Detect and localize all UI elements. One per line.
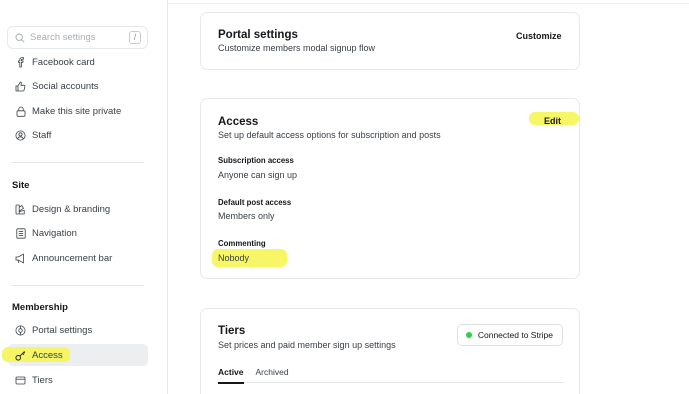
- sidebar-item-label: Make this site private: [32, 105, 122, 117]
- settings-sidebar: Search settings / Facebook card Social a…: [0, 0, 168, 394]
- search-input[interactable]: Search settings: [30, 32, 129, 43]
- top-border: [168, 0, 689, 4]
- search-settings-field[interactable]: Search settings /: [7, 26, 148, 49]
- tiers-icon: [15, 375, 26, 386]
- tiers-title: Tiers: [218, 325, 246, 337]
- sidebar-item-design-branding[interactable]: Design & branding: [8, 198, 148, 220]
- sidebar-item-label: Tiers: [32, 374, 53, 386]
- tab-active[interactable]: Active: [218, 367, 244, 384]
- tiers-card: Tiers Set prices and paid member sign up…: [200, 308, 580, 394]
- sidebar-item-label: Access: [32, 349, 63, 361]
- design-icon: [15, 204, 26, 215]
- sidebar-item-social-accounts[interactable]: Social accounts: [8, 75, 148, 97]
- sidebar-item-navigation[interactable]: Navigation: [8, 222, 148, 244]
- sidebar-item-label: Portal settings: [32, 324, 93, 336]
- tiers-tabs: Active Archived: [218, 367, 564, 384]
- stripe-button-label: Connected to Stripe: [477, 330, 553, 340]
- sidebar-item-label: Announcement bar: [32, 252, 113, 264]
- navigation-icon: [15, 227, 26, 239]
- sidebar-item-label: Staff: [32, 129, 52, 141]
- sidebar-divider: [12, 285, 144, 286]
- subscription-access-value: Anyone can sign up: [218, 170, 298, 180]
- status-dot-icon: [465, 332, 472, 338]
- edit-access-button[interactable]: Edit: [544, 116, 561, 126]
- commenting-label: Commenting: [218, 239, 266, 248]
- thumbs-up-icon: [15, 81, 26, 92]
- tab-archived[interactable]: Archived: [256, 367, 289, 383]
- sidebar-section-site: Site: [12, 180, 30, 191]
- portal-icon: [15, 325, 26, 336]
- commenting-value: Nobody: [218, 253, 250, 263]
- sidebar-section-membership: Membership: [12, 302, 68, 313]
- sidebar-item-label: Social accounts: [32, 80, 99, 92]
- lock-icon: [15, 106, 26, 117]
- default-post-access-label: Default post access: [218, 198, 292, 207]
- sidebar-divider: [12, 162, 144, 163]
- search-icon: [15, 32, 25, 43]
- sidebar-item-make-site-private[interactable]: Make this site private: [8, 100, 148, 122]
- sidebar-item-staff[interactable]: Staff: [8, 124, 148, 146]
- megaphone-icon: [15, 253, 26, 264]
- sidebar-item-announcement-bar[interactable]: Announcement bar: [8, 247, 148, 269]
- access-title: Access: [218, 116, 259, 128]
- customize-button[interactable]: Customize: [516, 31, 562, 41]
- connected-to-stripe-button[interactable]: Connected to Stripe: [456, 324, 563, 346]
- tiers-description: Set prices and paid member sign up setti…: [218, 340, 396, 350]
- sidebar-item-portal-settings[interactable]: Portal settings: [8, 319, 148, 341]
- search-shortcut-key: /: [129, 31, 141, 44]
- staff-icon: [15, 130, 26, 141]
- portal-settings-card: Portal settings Customize members modal …: [200, 12, 580, 70]
- sidebar-item-access[interactable]: Access: [2, 344, 148, 366]
- sidebar-item-label: Design & branding: [32, 203, 111, 215]
- default-post-access-value: Members only: [218, 211, 275, 221]
- access-description: Set up default access options for subscr…: [218, 130, 441, 140]
- sidebar-item-label: Navigation: [32, 227, 77, 239]
- portal-settings-description: Customize members modal signup flow: [218, 43, 376, 53]
- access-card: Access Set up default access options for…: [200, 98, 580, 279]
- sidebar-item-facebook-card[interactable]: Facebook card: [8, 51, 148, 73]
- sidebar-item-tiers[interactable]: Tiers: [8, 369, 148, 391]
- portal-settings-title: Portal settings: [218, 29, 298, 41]
- key-icon: [15, 350, 26, 361]
- subscription-access-label: Subscription access: [218, 156, 294, 165]
- facebook-icon: [15, 56, 26, 68]
- sidebar-item-label: Facebook card: [32, 56, 95, 68]
